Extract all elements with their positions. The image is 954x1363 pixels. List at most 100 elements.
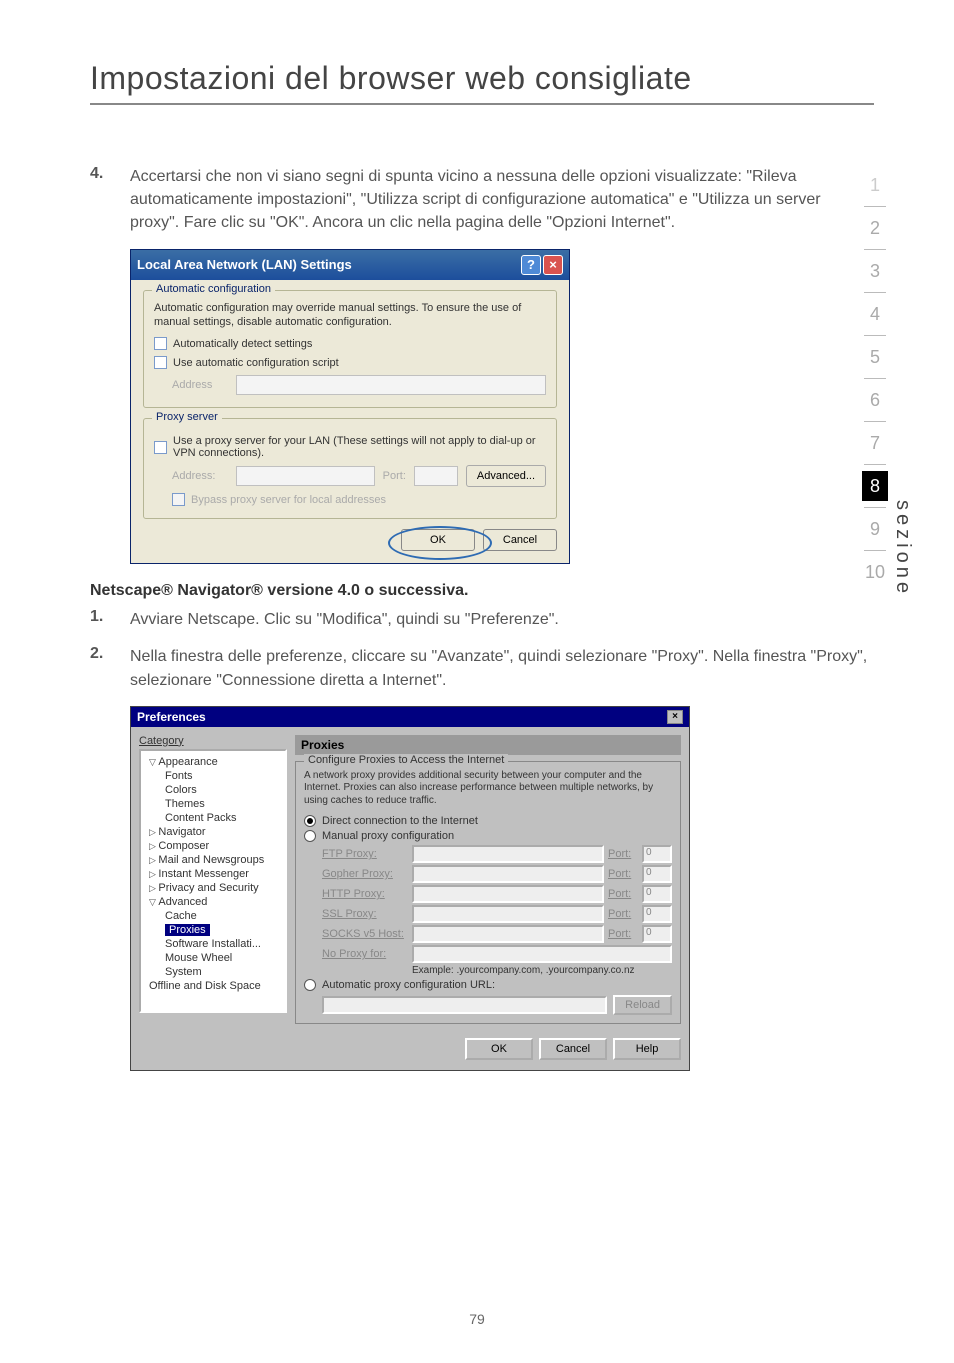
ssl-label: SSL Proxy: <box>322 908 408 920</box>
auto-script-row[interactable]: Use automatic configuration script <box>154 356 546 369</box>
tab-9[interactable]: 9 <box>862 514 888 544</box>
pref-title: Preferences <box>137 710 206 724</box>
proxy-address-input <box>236 466 375 486</box>
checkbox-icon[interactable] <box>154 356 167 369</box>
help-button[interactable]: Help <box>613 1038 681 1060</box>
help-icon[interactable]: ? <box>521 255 541 275</box>
auto-label: Automatic proxy configuration URL: <box>322 979 495 991</box>
netscape-heading: Netscape® Navigator® versione 4.0 o succ… <box>90 582 874 600</box>
ok-button[interactable]: OK <box>465 1038 533 1060</box>
step-4-body: Accertarsi che non vi siano segni di spu… <box>130 165 874 235</box>
gopher-label: Gopher Proxy: <box>322 868 408 880</box>
step-ns1-body: Avviare Netscape. Clic su "Modifica", qu… <box>130 608 874 631</box>
direct-connection-row[interactable]: Direct connection to the Internet <box>304 815 672 827</box>
tree-advanced[interactable]: Advanced <box>143 895 283 909</box>
proxy-server-group: Proxy server Use a proxy server for your… <box>143 418 557 519</box>
http-input <box>412 885 604 903</box>
step-ns2-num: 2. <box>90 645 130 691</box>
proxies-desc: A network proxy provides additional secu… <box>304 770 672 808</box>
category-tree[interactable]: Appearance Fonts Colors Themes Content P… <box>139 749 287 1013</box>
proxy-address-label: Address: <box>172 470 228 482</box>
tree-mail[interactable]: Mail and Newsgroups <box>143 853 283 867</box>
tree-offline[interactable]: Offline and Disk Space <box>143 979 283 993</box>
lan-screenshot: Local Area Network (LAN) Settings ? × Au… <box>130 249 874 565</box>
tree-fonts[interactable]: Fonts <box>143 769 283 783</box>
gopher-input <box>412 865 604 883</box>
tab-7[interactable]: 7 <box>862 428 888 458</box>
bypass-row: Bypass proxy server for local addresses <box>172 493 546 506</box>
tab-5[interactable]: 5 <box>862 342 888 372</box>
tree-composer[interactable]: Composer <box>143 839 283 853</box>
http-port: 0 <box>642 885 672 903</box>
page-number: 79 <box>0 1311 954 1327</box>
ftp-label: FTP Proxy: <box>322 848 408 860</box>
port-label: Port: <box>608 928 638 940</box>
tab-6[interactable]: 6 <box>862 385 888 415</box>
auto-url-input <box>322 996 607 1014</box>
auto-detect-row[interactable]: Automatically detect settings <box>154 337 546 350</box>
manual-label: Manual proxy configuration <box>322 830 454 842</box>
tree-content-packs[interactable]: Content Packs <box>143 811 283 825</box>
checkbox-icon[interactable] <box>154 441 167 454</box>
section-side-label: sezione <box>891 500 914 597</box>
lan-title: Local Area Network (LAN) Settings <box>137 257 352 272</box>
radio-icon[interactable] <box>304 830 316 842</box>
port-label: Port: <box>608 908 638 920</box>
port-label: Port: <box>608 868 638 880</box>
step-4-num: 4. <box>90 165 130 235</box>
panel-heading: Proxies <box>295 735 681 755</box>
ftp-proxy-row: FTP Proxy: Port: 0 <box>322 845 672 863</box>
socks-row: SOCKS v5 Host: Port: 0 <box>322 925 672 943</box>
ftp-port: 0 <box>642 845 672 863</box>
tree-software[interactable]: Software Installati... <box>143 937 283 951</box>
tab-10[interactable]: 10 <box>862 557 888 587</box>
http-proxy-row: HTTP Proxy: Port: 0 <box>322 885 672 903</box>
title-rule <box>90 103 874 105</box>
port-label: Port: <box>608 888 638 900</box>
ssl-proxy-row: SSL Proxy: Port: 0 <box>322 905 672 923</box>
tab-2[interactable]: 2 <box>862 213 888 243</box>
auto-desc: Automatic configuration may override man… <box>154 301 546 330</box>
checkbox-icon <box>172 493 185 506</box>
tree-appearance[interactable]: Appearance <box>143 755 283 769</box>
checkbox-icon[interactable] <box>154 337 167 350</box>
cancel-button[interactable]: Cancel <box>539 1038 607 1060</box>
radio-icon[interactable] <box>304 979 316 991</box>
close-icon[interactable]: × <box>543 255 563 275</box>
auto-detect-label: Automatically detect settings <box>173 338 312 350</box>
lan-dialog: Local Area Network (LAN) Settings ? × Au… <box>130 249 570 565</box>
tree-privacy[interactable]: Privacy and Security <box>143 881 283 895</box>
tree-proxies[interactable]: Proxies <box>143 923 283 937</box>
tab-1[interactable]: 1 <box>862 170 888 200</box>
tree-themes[interactable]: Themes <box>143 797 283 811</box>
tree-mouse[interactable]: Mouse Wheel <box>143 951 283 965</box>
direct-label: Direct connection to the Internet <box>322 815 478 827</box>
ok-button[interactable]: OK <box>401 529 475 551</box>
advanced-button[interactable]: Advanced... <box>466 465 546 487</box>
tab-8[interactable]: 8 <box>862 471 888 501</box>
manual-proxy-row[interactable]: Manual proxy configuration <box>304 830 672 842</box>
proxy-port-label: Port: <box>383 470 406 482</box>
tree-cache[interactable]: Cache <box>143 909 283 923</box>
step-ns-2: 2. Nella finestra delle preferenze, clic… <box>90 645 874 691</box>
tree-navigator[interactable]: Navigator <box>143 825 283 839</box>
section-tabs: 1 2 3 4 5 6 7 8 9 10 <box>862 170 888 587</box>
tab-4[interactable]: 4 <box>862 299 888 329</box>
preferences-dialog: Preferences × Category Appearance Fonts … <box>130 706 690 1072</box>
socks-input <box>412 925 604 943</box>
tree-im[interactable]: Instant Messenger <box>143 867 283 881</box>
radio-icon[interactable] <box>304 815 316 827</box>
proxy-port-input <box>414 466 458 486</box>
address-label: Address <box>172 379 228 391</box>
auto-proxy-row[interactable]: Automatic proxy configuration URL: <box>304 979 672 991</box>
step-ns-1: 1. Avviare Netscape. Clic su "Modifica",… <box>90 608 874 631</box>
tab-3[interactable]: 3 <box>862 256 888 286</box>
cancel-button[interactable]: Cancel <box>483 529 557 551</box>
socks-port: 0 <box>642 925 672 943</box>
pref-titlebar: Preferences × <box>131 707 689 727</box>
automatic-config-group: Automatic configuration Automatic config… <box>143 290 557 409</box>
tree-colors[interactable]: Colors <box>143 783 283 797</box>
proxy-use-row[interactable]: Use a proxy server for your LAN (These s… <box>154 435 546 459</box>
tree-system[interactable]: System <box>143 965 283 979</box>
close-icon[interactable]: × <box>667 710 683 724</box>
